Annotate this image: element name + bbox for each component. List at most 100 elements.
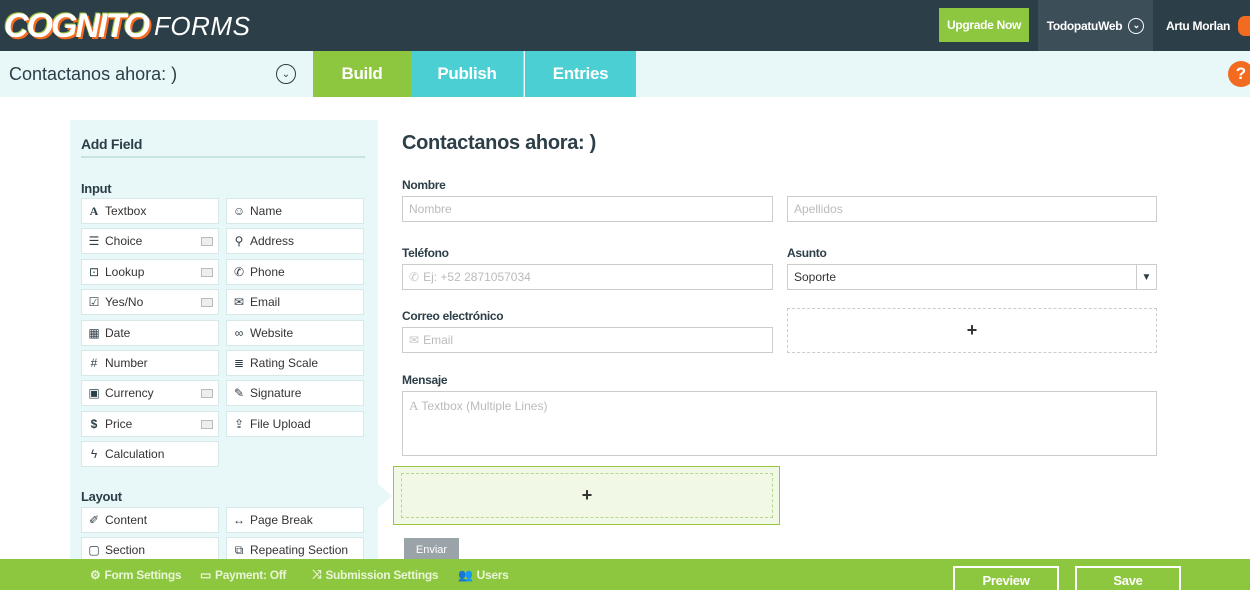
list-icon: ☰: [88, 234, 100, 248]
field-label: Rating Scale: [250, 356, 319, 370]
field-textbox-button[interactable]: A Textbox: [81, 198, 219, 224]
upgrade-card-icon: [201, 389, 213, 398]
envelope-icon: ✉: [233, 295, 245, 309]
asunto-label: Asunto: [787, 246, 827, 260]
form-title[interactable]: Contactanos ahora: ): [9, 51, 177, 97]
textbox-icon: A: [409, 398, 419, 413]
panel-pointer: [378, 484, 392, 508]
link-label: Users: [476, 567, 509, 582]
field-email-button[interactable]: ✉ Email: [226, 289, 364, 315]
arrows-horizontal-icon: ↔: [233, 513, 245, 527]
placeholder: Apellidos: [794, 202, 843, 216]
mensaje-textarea[interactable]: A Textbox (Multiple Lines): [402, 391, 1157, 456]
field-label: Yes/No: [105, 295, 144, 309]
section-icon: ▢: [88, 543, 100, 557]
field-label: Email: [250, 295, 281, 309]
users-icon: 👥: [458, 567, 473, 582]
form-menu-chevron-icon[interactable]: ⌄: [276, 64, 296, 84]
mensaje-label: Mensaje: [402, 373, 448, 387]
cognito-logo[interactable]: COGNITO FORMS: [4, 7, 250, 45]
logo-sub: FORMS: [154, 10, 251, 41]
field-label: Repeating Section: [250, 543, 349, 557]
map-marker-icon: ⚲: [234, 234, 244, 248]
field-price-button[interactable]: $ Price: [81, 411, 219, 437]
envelope-icon: ✉: [409, 333, 420, 347]
chevron-down-icon[interactable]: ▼: [1136, 265, 1156, 289]
add-field-slot[interactable]: +: [787, 308, 1157, 353]
field-label: Choice: [105, 234, 143, 248]
field-rating-scale-button[interactable]: ≣ Rating Scale: [226, 350, 364, 376]
logo-main: COGNITO: [4, 6, 150, 45]
asunto-select[interactable]: Soporte ▼: [787, 264, 1157, 290]
telefono-input[interactable]: ✆ Ej: +52 2871057034: [402, 264, 773, 290]
field-label: Phone: [250, 265, 285, 279]
textbox-icon: A: [89, 203, 99, 218]
save-button[interactable]: Save: [1075, 566, 1181, 590]
field-name-button[interactable]: ☺ Name: [226, 198, 364, 224]
chevron-down-icon: ⌄: [1128, 17, 1145, 34]
upgrade-card-icon: [201, 237, 213, 246]
nombre-input[interactable]: Nombre: [402, 196, 773, 222]
org-name: TodopatuWeb: [1046, 18, 1123, 33]
upgrade-now-button[interactable]: Upgrade Now: [939, 8, 1029, 42]
field-label: Signature: [250, 386, 302, 400]
placeholder: Email: [423, 333, 454, 347]
help-icon[interactable]: ?: [1228, 61, 1250, 87]
layout-section-label: Layout: [81, 489, 122, 504]
preview-button[interactable]: Preview: [953, 566, 1059, 590]
nombre-label: Nombre: [402, 178, 446, 192]
field-file-upload-button[interactable]: ⇪ File Upload: [226, 411, 364, 437]
field-label: Content: [105, 513, 148, 527]
phone-icon: ✆: [409, 270, 420, 284]
payment-link[interactable]: ▭ Payment: Off: [200, 559, 286, 590]
form-settings-link[interactable]: ⚙ Form Settings: [90, 559, 182, 590]
field-date-button[interactable]: ▦ Date: [81, 320, 219, 346]
user-avatar-icon[interactable]: [1238, 16, 1250, 36]
bolt-icon: ϟ: [90, 447, 98, 461]
field-yesno-button[interactable]: ☑ Yes/No: [81, 289, 219, 315]
field-label: Lookup: [105, 265, 145, 279]
copy-icon: ⧉: [234, 542, 244, 557]
users-link[interactable]: 👥 Users: [458, 559, 509, 590]
user-name[interactable]: Artu Morlan: [1166, 0, 1230, 51]
field-label: Section: [105, 543, 146, 557]
telefono-label: Teléfono: [402, 246, 449, 260]
field-lookup-button[interactable]: ⊡ Lookup: [81, 259, 219, 285]
link-label: Form Settings: [104, 567, 182, 582]
link-label: Payment: Off: [215, 567, 287, 582]
correo-label: Correo electrónico: [402, 309, 504, 323]
field-choice-button[interactable]: ☰ Choice: [81, 228, 219, 254]
tab-entries[interactable]: Entries: [525, 51, 636, 97]
placeholder: Nombre: [409, 202, 452, 216]
field-number-button[interactable]: # Number: [81, 350, 219, 376]
edit-icon: ✐: [88, 513, 100, 527]
submission-settings-link[interactable]: ⤨ Submission Settings: [312, 559, 439, 590]
input-section-label: Input: [81, 181, 112, 196]
field-currency-button[interactable]: ▣ Currency: [81, 380, 219, 406]
add-field-title: Add Field: [81, 136, 143, 152]
field-label: Website: [250, 326, 294, 340]
correo-input[interactable]: ✉ Email: [402, 327, 773, 353]
field-label: Address: [250, 234, 295, 248]
tab-build[interactable]: Build: [313, 51, 411, 97]
field-label: Calculation: [105, 447, 165, 461]
field-phone-button[interactable]: ✆ Phone: [226, 259, 364, 285]
tab-publish[interactable]: Publish: [411, 51, 524, 97]
field-label: Number: [105, 356, 148, 370]
field-website-button[interactable]: ∞ Website: [226, 320, 364, 346]
phone-icon: ✆: [233, 265, 245, 279]
organization-switcher[interactable]: TodopatuWeb ⌄: [1038, 0, 1153, 51]
field-page-break-button[interactable]: ↔ Page Break: [226, 507, 364, 533]
bottom-bar: [0, 559, 1250, 590]
field-label: Name: [250, 204, 283, 218]
field-content-button[interactable]: ✐ Content: [81, 507, 219, 533]
field-label: Currency: [105, 386, 154, 400]
field-signature-button[interactable]: ✎ Signature: [226, 380, 364, 406]
add-field-slot-active[interactable]: +: [401, 473, 773, 518]
apellidos-input[interactable]: Apellidos: [787, 196, 1157, 222]
checkbox-icon: ☑: [88, 295, 100, 309]
field-address-button[interactable]: ⚲ Address: [226, 228, 364, 254]
form-heading[interactable]: Contactanos ahora: ): [402, 132, 596, 155]
pencil-icon: ✎: [233, 386, 245, 400]
field-calculation-button[interactable]: ϟ Calculation: [81, 441, 219, 467]
